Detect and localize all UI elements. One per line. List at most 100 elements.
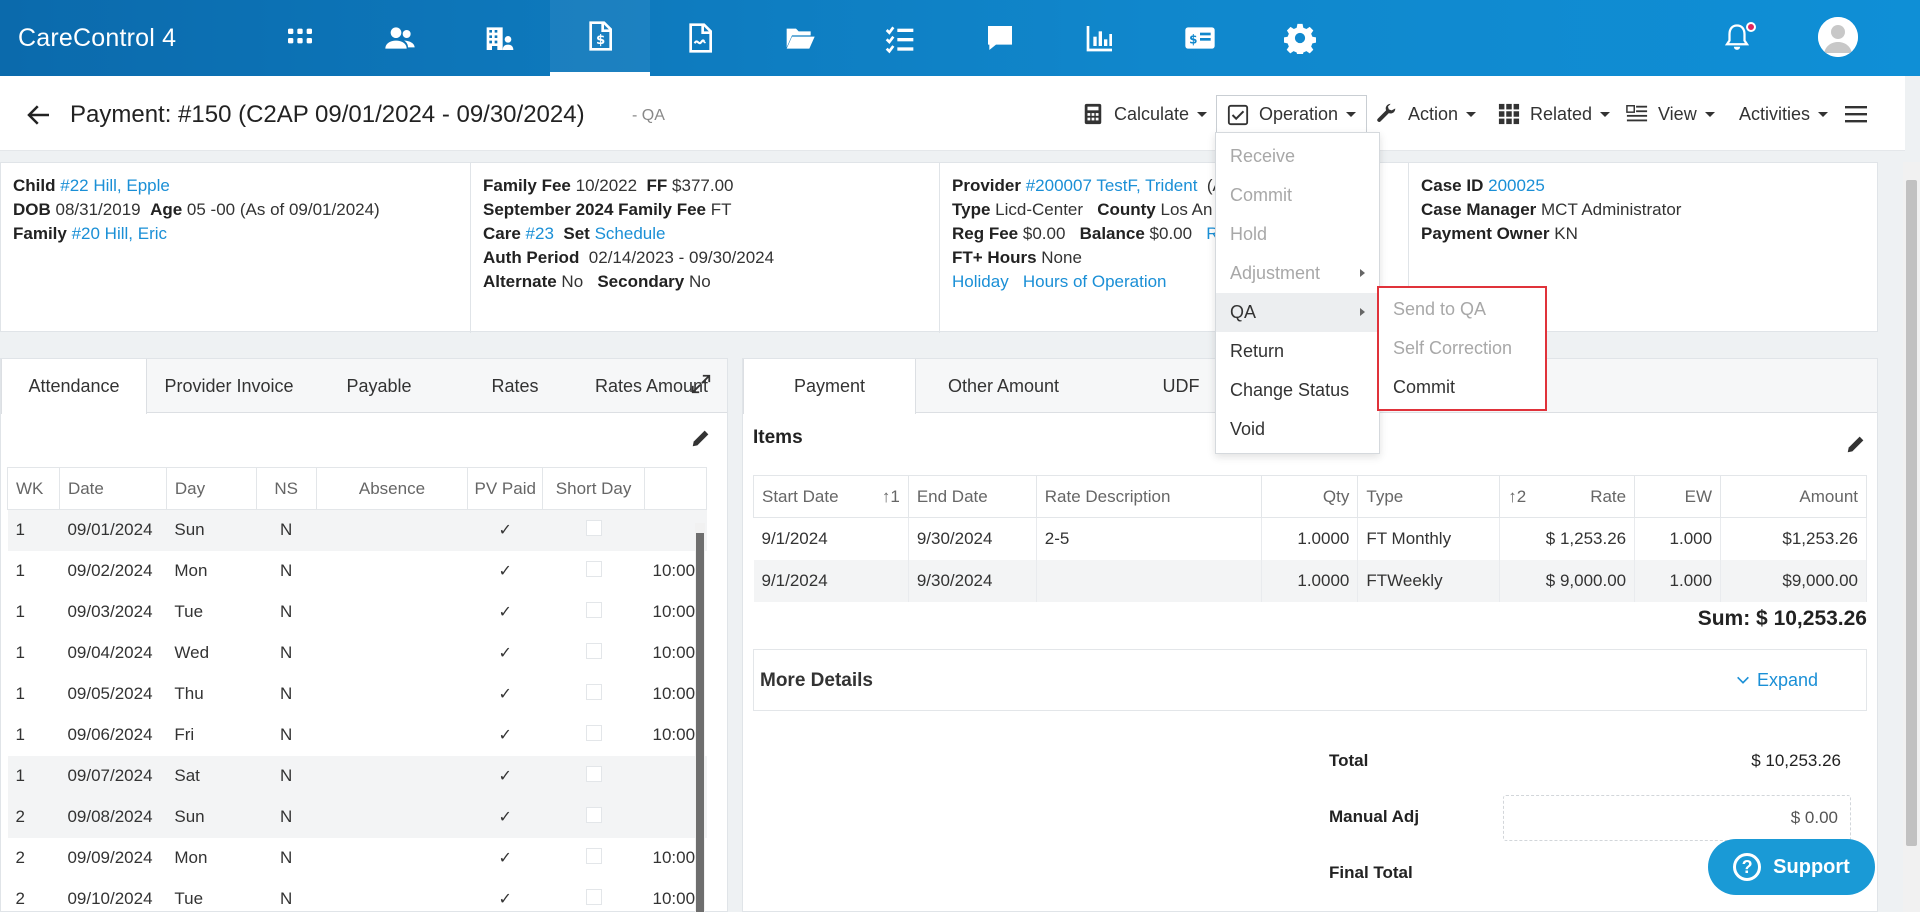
table-row[interactable]: 1 09/04/2024 Wed N ✓ 10:00 <box>8 633 707 674</box>
col-day[interactable]: Day <box>165 467 257 510</box>
app-brand[interactable]: CareControl 4 <box>18 24 176 53</box>
col-rate[interactable]: ↑2 Rate <box>1499 475 1636 518</box>
col-wk[interactable]: WK <box>7 467 60 510</box>
schedule-link[interactable]: Schedule <box>595 224 666 243</box>
expand-icon[interactable] <box>690 373 712 395</box>
short-day-checkbox[interactable] <box>585 601 602 618</box>
table-row[interactable]: 9/1/2024 9/30/2024 1.0000 FTWeekly $ 9,000.0… <box>753 559 1867 602</box>
menu-item-self-correction[interactable]: Self Correction <box>1379 329 1545 368</box>
sort-2-icon[interactable]: ↑2 <box>1508 487 1526 506</box>
edit-pencil-icon[interactable] <box>690 427 712 449</box>
building-icon[interactable] <box>450 0 550 76</box>
menu-item-qa-commit[interactable]: Commit <box>1379 368 1545 407</box>
action-button[interactable]: Action <box>1376 99 1477 129</box>
menu-item-commit[interactable]: Commit <box>1216 176 1379 215</box>
menu-item-send-to-qa[interactable]: Send to QA <box>1379 290 1545 329</box>
col-type[interactable]: Type <box>1357 475 1501 518</box>
expand-button[interactable]: Expand <box>1735 670 1818 691</box>
tab-attendance[interactable]: Attendance <box>1 359 147 414</box>
wrench-icon <box>1377 103 1396 122</box>
short-day-checkbox[interactable] <box>585 847 602 864</box>
short-day-checkbox[interactable] <box>585 765 602 782</box>
col-pv-paid[interactable]: PV Paid <box>467 467 544 510</box>
short-day-checkbox[interactable] <box>585 888 602 905</box>
col-qty[interactable]: Qty <box>1261 475 1359 518</box>
child-link[interactable]: #22 Hill, Epple <box>60 176 170 195</box>
gear-icon[interactable] <box>1250 0 1350 76</box>
col-short-day[interactable]: Short Day <box>542 467 645 510</box>
chat-icon[interactable] <box>950 0 1050 76</box>
col-rate-description[interactable]: Rate Description <box>1035 475 1263 518</box>
page-scrollbar[interactable] <box>1903 162 1920 912</box>
short-day-checkbox[interactable] <box>585 806 602 823</box>
family-link[interactable]: #20 Hill, Eric <box>72 224 167 243</box>
short-day-checkbox[interactable] <box>585 560 602 577</box>
col-start-date[interactable]: Start Date ↑1 <box>753 475 909 518</box>
page-scrollbar-thumb[interactable] <box>1906 180 1917 846</box>
provider-link[interactable]: #200007 TestF, Trident <box>1026 176 1198 195</box>
short-day-checkbox[interactable] <box>585 642 602 659</box>
menu-item-receive[interactable]: Receive <box>1216 137 1379 176</box>
attendance-scrollbar[interactable] <box>695 523 705 912</box>
table-row[interactable]: 2 09/08/2024 Sun N ✓ <box>7 796 707 838</box>
cell-type: FTWeekly <box>1357 559 1501 602</box>
cell-amount: $1,253.26 <box>1720 517 1867 560</box>
col-ns[interactable]: NS <box>255 467 317 510</box>
short-day-checkbox[interactable] <box>585 683 602 700</box>
id-card-dollar-icon[interactable]: $ <box>1150 0 1250 76</box>
table-row[interactable]: 1 09/03/2024 Tue N ✓ 10:00 <box>8 592 707 633</box>
related-button[interactable]: Related <box>1498 99 1611 129</box>
invoice-dollar-icon[interactable]: $ <box>550 0 650 76</box>
operation-button[interactable]: Operation <box>1216 95 1368 133</box>
manual-adj-input[interactable]: $ 0.00 <box>1503 795 1851 841</box>
table-row[interactable]: 2 09/10/2024 Tue N ✓ 10:00 <box>8 879 707 912</box>
sort-1-icon[interactable]: ↑1 <box>882 487 900 507</box>
col-amount[interactable]: Amount <box>1720 475 1867 518</box>
support-button[interactable]: ? Support <box>1708 839 1875 895</box>
table-row[interactable]: 1 09/06/2024 Fri N ✓ 10:00 <box>8 715 707 756</box>
bar-chart-icon[interactable] <box>1050 0 1150 76</box>
table-row[interactable]: 1 09/02/2024 Mon N ✓ 10:00 <box>8 551 707 592</box>
tab-payable[interactable]: Payable <box>311 359 447 413</box>
hamburger-menu-icon[interactable] <box>1845 104 1867 124</box>
back-arrow-icon[interactable] <box>24 100 54 130</box>
tab-payment[interactable]: Payment <box>743 359 916 414</box>
apps-icon[interactable] <box>250 0 350 76</box>
document-signature-icon[interactable] <box>650 0 750 76</box>
col-ew[interactable]: EW <box>1634 475 1722 518</box>
col-date[interactable]: Date <box>58 467 167 510</box>
edit-pencil-icon[interactable] <box>1845 433 1867 455</box>
table-row[interactable]: 1 09/05/2024 Thu N ✓ 10:00 <box>8 674 707 715</box>
attendance-scrollbar-thumb[interactable] <box>696 533 704 912</box>
menu-item-change-status[interactable]: Change Status <box>1216 371 1379 410</box>
menu-item-adjustment[interactable]: Adjustment <box>1216 254 1379 293</box>
case-id-link[interactable]: 200025 <box>1488 176 1545 195</box>
table-row[interactable]: 1 09/07/2024 Sat N ✓ <box>7 755 707 797</box>
menu-item-return[interactable]: Return <box>1216 332 1379 371</box>
col-absence[interactable]: Absence <box>315 467 469 510</box>
table-row[interactable]: 1 09/01/2024 Sun N ✓ <box>7 509 707 551</box>
calculate-button[interactable]: Calculate <box>1082 99 1208 129</box>
holiday-link[interactable]: Holiday <box>952 272 1009 291</box>
view-button[interactable]: View <box>1626 99 1715 129</box>
short-day-checkbox[interactable] <box>585 724 602 741</box>
checklist-icon[interactable] <box>850 0 950 76</box>
folder-open-icon[interactable] <box>750 0 850 76</box>
col-end-date[interactable]: End Date <box>907 475 1037 518</box>
activities-button[interactable]: Activities <box>1739 99 1829 129</box>
care-link[interactable]: #23 <box>526 224 554 243</box>
menu-item-hold[interactable]: Hold <box>1216 215 1379 254</box>
table-row[interactable]: 9/1/2024 9/30/2024 2-5 1.0000 FT Monthly $ 1,… <box>753 517 1867 560</box>
table-row[interactable]: 2 09/09/2024 Mon N ✓ 10:00 <box>8 838 707 879</box>
menu-item-void[interactable]: Void <box>1216 410 1379 449</box>
tab-other-amount[interactable]: Other Amount <box>916 359 1091 413</box>
col-extra[interactable] <box>643 467 708 510</box>
tab-provider-invoice[interactable]: Provider Invoice <box>147 359 311 413</box>
short-day-checkbox[interactable] <box>585 519 602 536</box>
people-icon[interactable] <box>350 0 450 76</box>
menu-item-qa[interactable]: QA <box>1216 293 1379 332</box>
tab-rates[interactable]: Rates <box>447 359 583 413</box>
grid-icon <box>1498 103 1520 125</box>
user-avatar[interactable] <box>1818 17 1858 57</box>
hours-of-operation-link[interactable]: Hours of Operation <box>1023 272 1167 291</box>
